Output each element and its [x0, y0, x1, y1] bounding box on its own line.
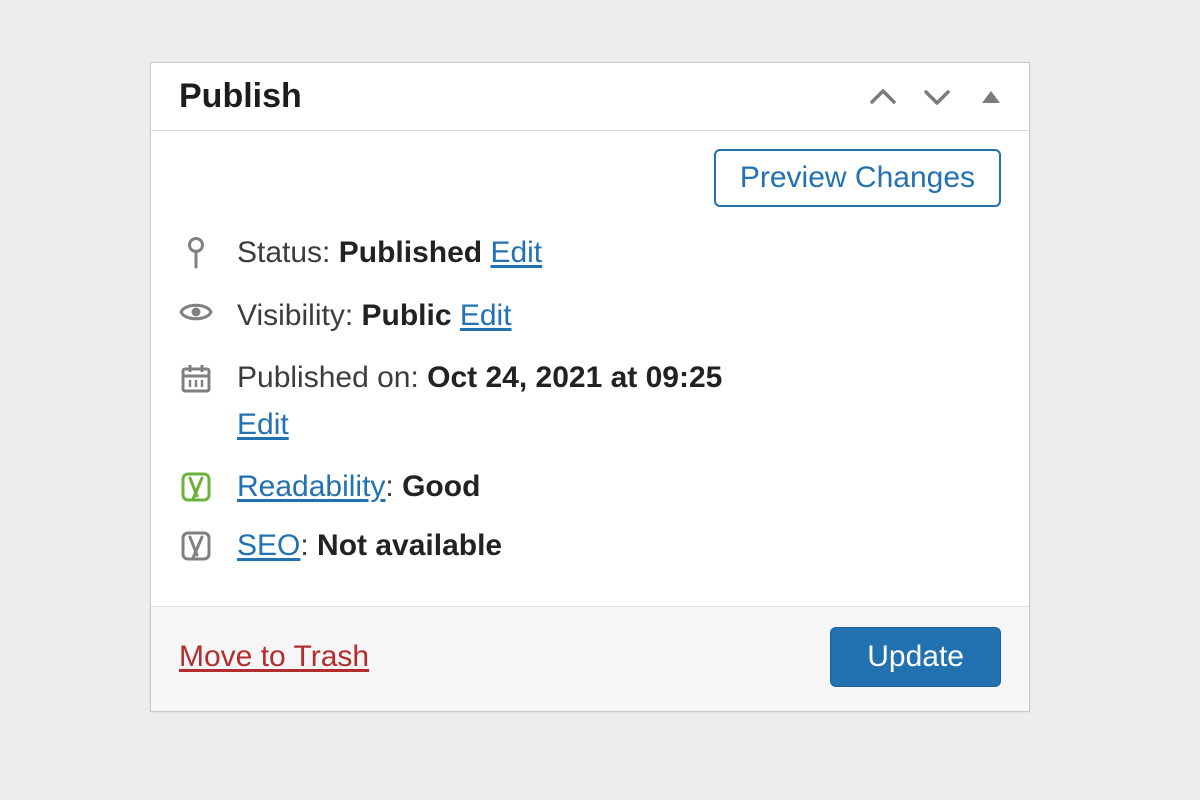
- visibility-row: Visibility: Public Edit: [179, 296, 1001, 337]
- preview-row: Preview Changes: [179, 149, 1001, 207]
- seo-text: SEO: Not available: [237, 526, 1001, 567]
- published-value: Oct 24, 2021 at 09:25: [427, 361, 722, 394]
- published-text: Published on: Oct 24, 2021 at 09:25 Edit: [237, 358, 1001, 445]
- readability-row: Readability: Good: [179, 467, 1001, 508]
- visibility-edit-link[interactable]: Edit: [460, 299, 512, 332]
- visibility-label: Visibility:: [237, 299, 353, 332]
- yoast-seo-icon: [179, 526, 213, 562]
- published-edit-link[interactable]: Edit: [237, 405, 289, 446]
- collapse-toggle-icon[interactable]: [977, 83, 1005, 111]
- update-button[interactable]: Update: [830, 627, 1001, 687]
- publish-header: Publish: [151, 63, 1029, 131]
- publish-body: Preview Changes Status: Published Edit: [151, 131, 1029, 606]
- seo-link[interactable]: SEO: [237, 529, 300, 562]
- seo-value: Not available: [317, 529, 502, 562]
- visibility-value: Public: [362, 299, 452, 332]
- status-label: Status:: [237, 236, 330, 269]
- seo-row: SEO: Not available: [179, 526, 1001, 567]
- header-controls: [869, 83, 1005, 111]
- publish-title: Publish: [179, 77, 302, 116]
- preview-changes-button[interactable]: Preview Changes: [714, 149, 1001, 207]
- readability-value: Good: [402, 470, 480, 503]
- published-row: Published on: Oct 24, 2021 at 09:25 Edit: [179, 358, 1001, 445]
- status-edit-link[interactable]: Edit: [490, 236, 542, 269]
- pin-icon: [179, 233, 213, 271]
- readability-link[interactable]: Readability: [237, 470, 385, 503]
- readability-text: Readability: Good: [237, 467, 1001, 508]
- eye-icon: [179, 296, 213, 324]
- publish-metabox: Publish Preview Changes: [150, 62, 1030, 712]
- status-value: Published: [339, 236, 482, 269]
- visibility-text: Visibility: Public Edit: [237, 296, 1001, 337]
- yoast-readability-icon: [179, 467, 213, 503]
- move-to-trash-link[interactable]: Move to Trash: [179, 640, 369, 674]
- publish-footer: Move to Trash Update: [151, 606, 1029, 711]
- move-up-icon[interactable]: [869, 83, 897, 111]
- status-text: Status: Published Edit: [237, 233, 1001, 274]
- move-down-icon[interactable]: [923, 83, 951, 111]
- status-row: Status: Published Edit: [179, 233, 1001, 274]
- calendar-icon: [179, 358, 213, 394]
- published-label: Published on:: [237, 361, 419, 394]
